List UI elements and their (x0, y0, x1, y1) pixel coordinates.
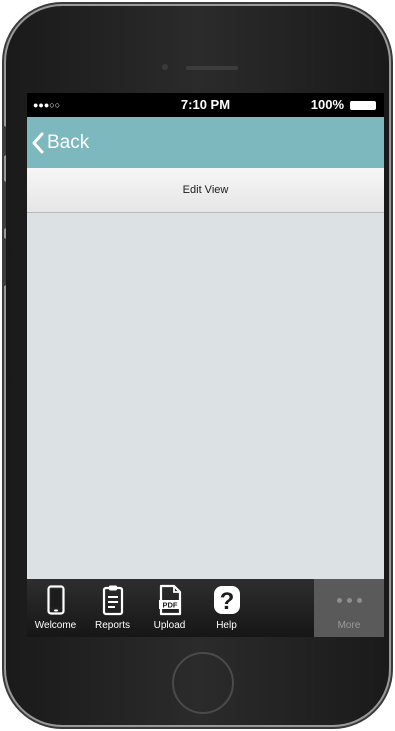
volume-down-button (2, 238, 6, 286)
navigation-bar: Back (27, 117, 384, 168)
phone-icon (46, 585, 65, 615)
tab-label: Upload (153, 620, 186, 631)
tab-label: Help (216, 620, 237, 631)
edit-view-label: Edit View (182, 184, 229, 196)
tab-welcome[interactable]: Welcome (27, 579, 84, 637)
screen: ●●●○○ 7:10 PM 100% Back Edit View Welcom… (27, 93, 384, 637)
tab-reports[interactable]: Reports (84, 579, 141, 637)
back-button-label: Back (47, 132, 90, 153)
tab-label: Welcome (34, 620, 77, 631)
front-camera (162, 64, 168, 70)
clipboard-icon (102, 585, 123, 616)
pdf-file-icon: PDF (158, 584, 181, 616)
tab-upload[interactable]: PDF Upload (141, 579, 198, 637)
svg-text:PDF: PDF (162, 601, 177, 610)
tab-more[interactable]: More (314, 579, 384, 637)
svg-text:?: ? (219, 588, 234, 615)
battery-percentage: 100% (310, 97, 344, 112)
back-button[interactable]: Back (31, 129, 89, 157)
edit-view-button[interactable]: Edit View (27, 168, 384, 213)
tab-label: More (337, 620, 361, 631)
content-area (27, 213, 384, 581)
status-bar: ●●●○○ 7:10 PM 100% (27, 93, 384, 117)
help-icon: ? (213, 586, 240, 615)
more-dots-icon (336, 597, 362, 603)
battery-icon (350, 101, 376, 110)
tab-help[interactable]: ? Help (198, 579, 255, 637)
tab-bar: Welcome Reports PDF Upload ? Help More (27, 579, 384, 637)
tab-label: Reports (94, 620, 130, 631)
earpiece-speaker (186, 66, 238, 70)
volume-up-button (2, 181, 6, 229)
chevron-left-icon (32, 132, 44, 154)
mute-switch (2, 126, 6, 156)
home-button[interactable] (172, 652, 234, 714)
